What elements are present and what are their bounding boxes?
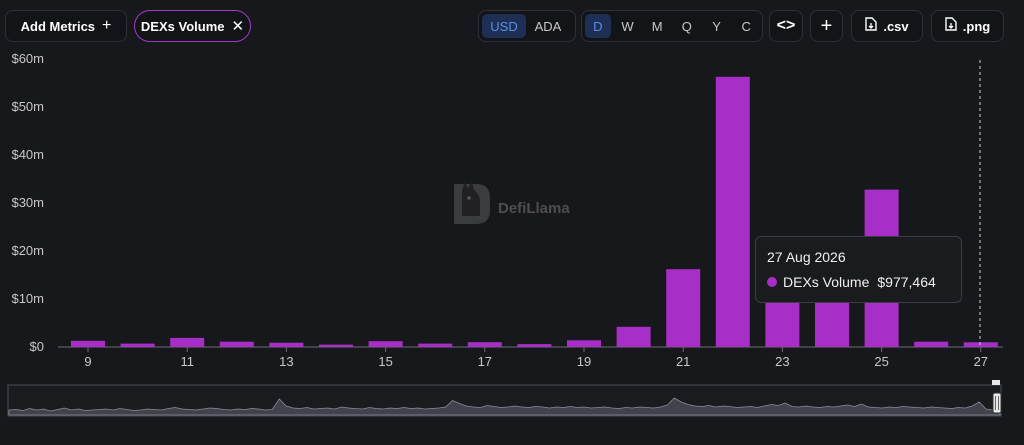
bar[interactable] xyxy=(963,342,998,347)
x-tick-label: 23 xyxy=(775,354,789,369)
watermark-text: DefiLlama xyxy=(498,200,570,217)
y-tick-label: $60m xyxy=(11,51,44,66)
y-tick-label: $0 xyxy=(30,339,44,354)
range-handle-grip[interactable] xyxy=(992,380,1000,385)
x-tick-label: 25 xyxy=(874,354,888,369)
y-tick-label: $20m xyxy=(11,243,44,258)
bar[interactable] xyxy=(319,344,353,347)
tooltip-series-name: DEXs Volume xyxy=(783,274,870,290)
watermark: DefiLlama xyxy=(454,182,570,224)
bar[interactable] xyxy=(71,340,105,347)
x-tick-label: 17 xyxy=(478,354,492,369)
bar[interactable] xyxy=(269,342,304,347)
llama-logo-icon xyxy=(454,182,490,224)
x-tick-label: 9 xyxy=(84,354,91,369)
range-slider[interactable] xyxy=(7,380,1002,417)
tooltip-date: 27 Aug 2026 xyxy=(767,249,846,265)
x-tick-label: 11 xyxy=(180,354,194,369)
x-tick-label: 27 xyxy=(974,354,988,369)
x-tick-label: 19 xyxy=(577,354,591,369)
bar[interactable] xyxy=(467,342,502,347)
bar[interactable] xyxy=(567,340,601,347)
y-tick-label: $50m xyxy=(11,99,44,114)
bar[interactable] xyxy=(914,341,949,347)
bar[interactable] xyxy=(418,343,453,347)
dex-volume-chart[interactable]: $0 $10m $20m $30m $40m $50m $60m DefiLlama 9 11… xyxy=(0,0,1024,445)
chart-tooltip: 27 Aug 2026 DEXs Volume $977,464 xyxy=(755,236,962,303)
series-dot-icon xyxy=(767,277,777,287)
y-tick-label: $40m xyxy=(11,147,44,162)
range-handle-right[interactable] xyxy=(992,392,1002,414)
x-axis: 9 11 13 15 17 19 21 23 25 27 xyxy=(84,347,988,369)
x-tick-label: 21 xyxy=(676,354,690,369)
y-tick-label: $30m xyxy=(11,195,44,210)
bar[interactable] xyxy=(666,269,701,347)
bar[interactable] xyxy=(170,337,205,347)
bar[interactable] xyxy=(219,341,254,347)
tooltip-row: DEXs Volume $977,464 xyxy=(767,274,950,290)
bar[interactable] xyxy=(715,76,750,348)
x-tick-label: 15 xyxy=(378,354,392,369)
bar[interactable] xyxy=(517,344,552,347)
tooltip-value: $977,464 xyxy=(877,274,936,290)
bar[interactable] xyxy=(765,299,800,347)
bar[interactable] xyxy=(616,326,651,347)
x-tick-label: 13 xyxy=(279,354,293,369)
bar[interactable] xyxy=(815,301,849,347)
bar[interactable] xyxy=(120,343,155,347)
y-tick-label: $10m xyxy=(11,291,44,306)
bar[interactable] xyxy=(368,341,403,347)
